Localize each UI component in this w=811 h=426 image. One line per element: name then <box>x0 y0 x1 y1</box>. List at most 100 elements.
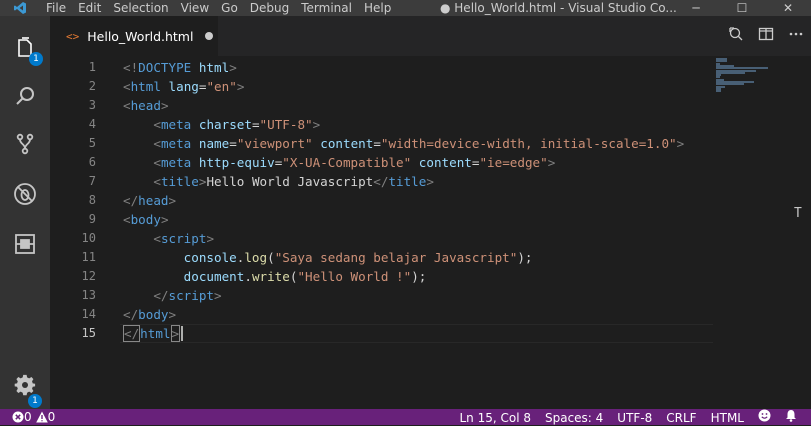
line-number: 12 <box>81 269 96 283</box>
code-line[interactable]: </html> <box>123 324 723 343</box>
code-line[interactable]: <meta http-equiv="X-UA-Compatible" conte… <box>123 153 723 172</box>
explorer-button[interactable]: 1 <box>0 26 50 70</box>
code-token: > <box>168 307 177 322</box>
no-bug-icon <box>14 183 36 205</box>
line-number: 9 <box>88 212 96 226</box>
code-line[interactable]: <meta charset="UTF-8"> <box>123 115 723 134</box>
code-line[interactable]: <script> <box>123 229 723 248</box>
code-token: < <box>153 136 161 151</box>
html-file-icon: <> <box>66 29 80 43</box>
code-token: </ <box>373 174 389 189</box>
code-token: write <box>251 269 290 284</box>
more-actions-button[interactable] <box>781 26 811 46</box>
code-token: > <box>547 155 556 170</box>
split-editor-icon <box>758 27 774 41</box>
maximize-button[interactable]: ☐ <box>719 0 765 16</box>
code-line[interactable]: document.write("Hello World !"); <box>123 267 723 286</box>
end-of-line[interactable]: CRLF <box>666 410 696 426</box>
tab-bar: <> Hello_World.html <box>50 16 811 56</box>
line-number: 15 <box>81 326 96 340</box>
indentation[interactable]: Spaces: 4 <box>545 410 603 426</box>
code-token: meta <box>160 117 192 132</box>
more-icon <box>789 32 803 36</box>
code-line[interactable]: <meta name="viewport" content="width=dev… <box>123 134 723 153</box>
code-token: = <box>229 136 237 151</box>
code-token: > <box>170 325 181 342</box>
menu-terminal[interactable]: Terminal <box>295 0 358 16</box>
error-icon <box>12 411 24 423</box>
manage-button[interactable]: 1 <box>0 364 50 408</box>
code-line[interactable]: <!DOCTYPE html> <box>123 58 723 77</box>
split-editor-button[interactable] <box>751 26 781 46</box>
code-token: head <box>138 193 169 208</box>
cursor-position[interactable]: Ln 15, Col 8 <box>459 410 531 426</box>
menu-debug[interactable]: Debug <box>244 0 295 16</box>
code-token: charset <box>198 117 252 132</box>
feedback-button[interactable] <box>758 409 771 426</box>
close-button[interactable]: ✕ <box>765 0 811 16</box>
code-token: > <box>676 136 685 151</box>
code-token: console <box>183 250 237 265</box>
code-token: lang <box>168 79 199 94</box>
source-control-button[interactable] <box>0 122 50 166</box>
vscode-logo-icon <box>0 0 40 16</box>
code-line[interactable]: </script> <box>123 286 723 305</box>
encoding[interactable]: UTF-8 <box>617 410 652 426</box>
code-token: </ <box>123 193 139 208</box>
code-editor[interactable]: 1 2 3 4 5 6 7 8 9 10 11 12 13 14 15 <!DOCTYPE html> <ht… <box>50 56 811 409</box>
extensions-button[interactable] <box>0 222 50 266</box>
code-token: </ <box>123 325 141 342</box>
warning-icon <box>35 411 48 423</box>
debug-button[interactable] <box>0 172 50 216</box>
tab-hello-world[interactable]: <> Hello_World.html <box>50 16 218 56</box>
scrollbar-cursor-marker[interactable]: T <box>794 206 804 221</box>
code-token: meta <box>160 155 192 170</box>
code-token: > <box>214 288 222 303</box>
menu-help[interactable]: Help <box>358 0 397 16</box>
minimize-button[interactable]: ─ <box>673 0 719 16</box>
line-number: 13 <box>81 288 96 302</box>
code-token: content <box>320 136 374 151</box>
status-bar: 0 0 Ln 15, Col 8 Spaces: 4 UTF-8 CRLF HT… <box>0 409 811 425</box>
code-line[interactable]: <body> <box>123 210 723 229</box>
code-token: title <box>160 174 199 189</box>
language-mode[interactable]: HTML <box>711 410 744 426</box>
code-line[interactable]: <html lang="en"> <box>123 77 723 96</box>
search-button[interactable] <box>0 74 50 118</box>
menu-go[interactable]: Go <box>215 0 244 16</box>
code-token: . <box>244 269 252 284</box>
minimap[interactable] <box>712 56 772 96</box>
menu-selection[interactable]: Selection <box>107 0 174 16</box>
code-area[interactable]: <!DOCTYPE html> <html lang="en"> <head> <m… <box>123 58 723 343</box>
search-icon <box>16 87 34 105</box>
code-token: < <box>123 79 131 94</box>
open-changes-button[interactable] <box>721 26 751 46</box>
notifications-button[interactable] <box>785 409 797 426</box>
code-token: ); <box>517 250 533 265</box>
code-token: script <box>168 288 215 303</box>
menu-view[interactable]: View <box>175 0 215 16</box>
problems-indicator[interactable]: 0 0 <box>12 409 59 425</box>
window-title: ● Hello_World.html - Visual Studio Co... <box>440 1 677 15</box>
line-number: 5 <box>88 136 96 150</box>
code-token: > <box>426 174 434 189</box>
code-token: content <box>418 155 472 170</box>
code-line[interactable]: console.log("Saya sedang belajar Javascr… <box>123 248 723 267</box>
menu-edit[interactable]: Edit <box>72 0 107 16</box>
menu-bar: File Edit Selection View Go Debug Termin… <box>40 0 397 16</box>
menu-file[interactable]: File <box>40 0 72 16</box>
code-line[interactable]: </head> <box>123 191 723 210</box>
code-token: "viewport" <box>236 136 313 151</box>
code-token: > <box>312 117 321 132</box>
code-line[interactable]: </body> <box>123 305 723 324</box>
code-token: head <box>130 98 161 113</box>
code-line[interactable]: <title>Hello World Javascript</title> <box>123 172 723 191</box>
line-number: 14 <box>81 307 96 321</box>
code-line[interactable]: <head> <box>123 96 723 115</box>
unsaved-dot-icon[interactable] <box>205 32 214 40</box>
